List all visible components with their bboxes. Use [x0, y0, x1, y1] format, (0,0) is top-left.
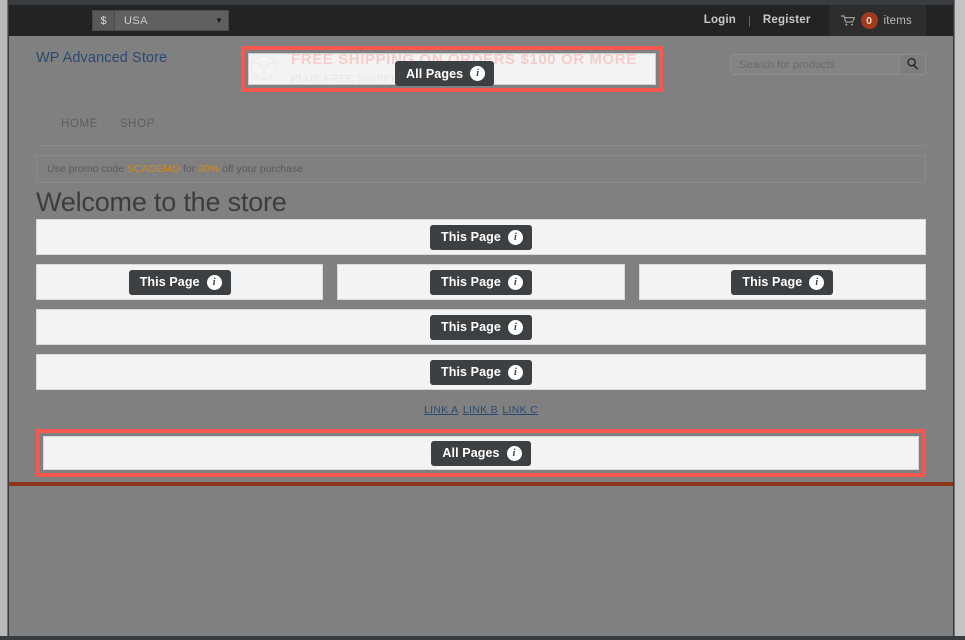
link-b[interactable]: LINK B: [463, 404, 498, 416]
main-navigation: HOME SHOP: [9, 102, 953, 146]
this-page-badge-1[interactable]: This Page i: [430, 224, 532, 250]
promo-prefix: Use promo code: [47, 163, 125, 175]
info-icon: i: [206, 274, 222, 290]
currency-symbol: $: [93, 11, 115, 30]
all-pages-badge-top[interactable]: All Pages i: [395, 61, 495, 86]
info-icon: i: [507, 274, 523, 290]
nav-item-shop[interactable]: SHOP: [120, 118, 155, 130]
page-viewport: $ USA ▼ Login | Register 0 items WP Adva…: [9, 5, 953, 636]
site-header: WP Advanced Store FREE SHIPPING ON ORDER…: [9, 36, 953, 102]
this-page-badge-3[interactable]: This Page i: [430, 314, 532, 340]
site-header-inner: WP Advanced Store FREE SHIPPING ON ORDER…: [36, 36, 926, 102]
cart-label: items: [883, 14, 912, 27]
cart-count-badge: 0: [860, 12, 878, 29]
search-button[interactable]: [899, 55, 925, 74]
browser-window: $ USA ▼ Login | Register 0 items WP Adva…: [0, 0, 965, 640]
register-link[interactable]: Register: [751, 5, 823, 36]
content-block-2b[interactable]: This Page i: [337, 264, 625, 300]
site-logo[interactable]: WP Advanced Store: [36, 50, 167, 66]
this-page-badge-2a[interactable]: This Page i: [128, 269, 231, 295]
this-page-badge-2b[interactable]: This Page i: [430, 269, 532, 295]
info-icon: i: [470, 66, 486, 81]
this-page-badge-1-label: This Page: [441, 230, 501, 244]
inline-links-row: LINK A LINK B LINK C: [36, 401, 926, 417]
promo-suffix: off your purchase: [222, 163, 304, 175]
promo-middle: for: [182, 163, 196, 175]
all-pages-badge-bottom-label: All Pages: [442, 446, 500, 460]
page-title: Welcome to the store: [36, 187, 287, 217]
info-icon: i: [507, 364, 523, 380]
package-box-icon: [249, 54, 279, 84]
page-content: This Page i This Page i This Page i This…: [9, 219, 953, 417]
cart-button[interactable]: 0 items: [828, 5, 926, 36]
info-icon: i: [507, 319, 523, 335]
this-page-badge-3-label: This Page: [441, 320, 501, 334]
content-block-3[interactable]: This Page i: [36, 309, 926, 345]
window-chrome-left: [0, 0, 8, 640]
info-icon: i: [507, 229, 523, 245]
product-search: [730, 54, 926, 75]
this-page-badge-4-label: This Page: [441, 365, 501, 379]
section-separator-line: [9, 482, 953, 486]
window-chrome-bottom: [0, 636, 965, 640]
this-page-badge-4[interactable]: This Page i: [430, 359, 532, 385]
login-link[interactable]: Login: [692, 5, 748, 36]
content-block-row-triple: This Page i This Page i This Page i: [36, 264, 926, 300]
search-input[interactable]: [731, 55, 899, 74]
chevron-down-icon: ▼: [215, 16, 223, 25]
promo-code: SCADEMO: [126, 163, 181, 175]
footer-block-highlight: All Pages i: [36, 429, 926, 477]
cart-icon: [840, 15, 855, 26]
content-block-4[interactable]: This Page i: [36, 354, 926, 390]
link-c[interactable]: LINK C: [502, 404, 538, 416]
all-pages-badge-top-label: All Pages: [406, 66, 464, 81]
shipping-banner-highlight: FREE SHIPPING ON ORDERS $100 OR MORE PLU…: [241, 46, 663, 92]
promo-message: Use promo code SCADEMO for 30% off your …: [36, 155, 926, 183]
info-icon: i: [809, 274, 825, 290]
page-content-inner: This Page i This Page i This Page i This…: [36, 219, 926, 390]
top-utility-bar-inner: $ USA ▼ Login | Register 0 items: [36, 5, 926, 36]
promo-percent: 30%: [198, 163, 220, 175]
currency-selector[interactable]: $ USA ▼: [92, 10, 229, 31]
page-title-wrap: Welcome to the store: [9, 187, 953, 218]
content-block-2a[interactable]: This Page i: [36, 264, 324, 300]
this-page-badge-2c[interactable]: This Page i: [731, 269, 834, 295]
info-icon: i: [506, 445, 522, 461]
this-page-badge-2b-label: This Page: [441, 275, 501, 289]
currency-value: USA: [124, 14, 148, 27]
footer-block[interactable]: All Pages i: [43, 436, 919, 470]
this-page-badge-2a-label: This Page: [139, 275, 200, 289]
top-right-group: Login | Register 0 items: [692, 5, 926, 36]
footer-block-wrap: All Pages i: [9, 429, 953, 477]
content-block-2c[interactable]: This Page i: [638, 264, 926, 300]
this-page-badge-2c-label: This Page: [742, 275, 803, 289]
window-scrollbar-right[interactable]: [954, 0, 965, 640]
all-pages-badge-bottom[interactable]: All Pages i: [431, 440, 531, 466]
content-block-1[interactable]: This Page i: [36, 219, 926, 255]
nav-item-home[interactable]: HOME: [61, 118, 98, 130]
top-utility-bar: $ USA ▼ Login | Register 0 items: [9, 5, 953, 36]
promo-strip: Use promo code SCADEMO for 30% off your …: [9, 155, 953, 183]
link-a[interactable]: LINK A: [424, 404, 458, 416]
main-navigation-inner: HOME SHOP: [36, 102, 926, 146]
nav-list: HOME SHOP: [61, 102, 155, 145]
search-icon: [906, 57, 919, 73]
